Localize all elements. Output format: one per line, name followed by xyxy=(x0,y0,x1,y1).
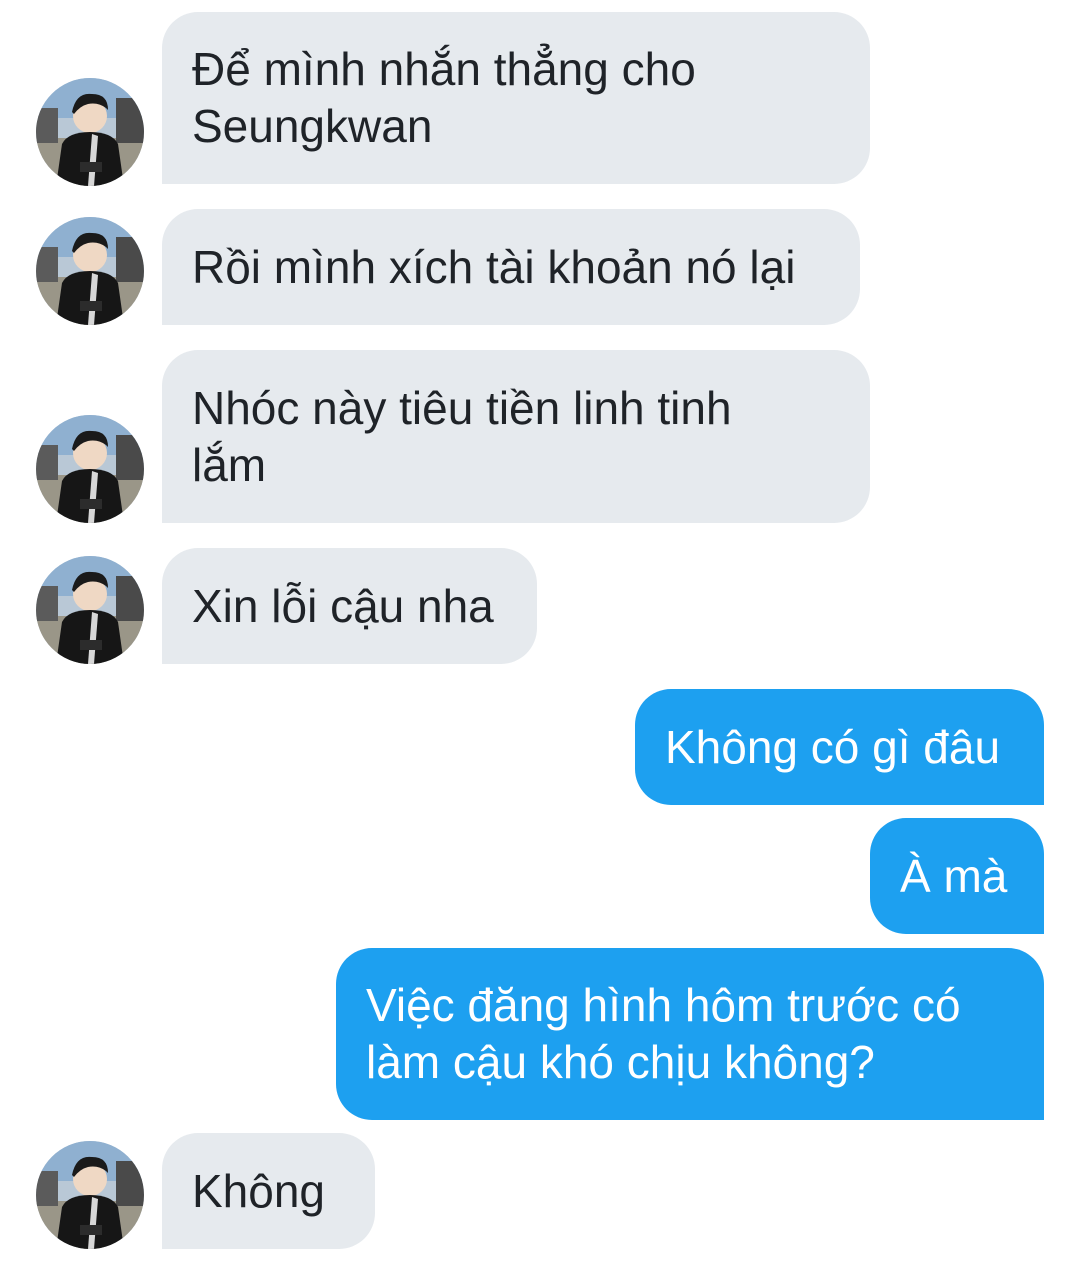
avatar-icon xyxy=(36,217,144,325)
message-bubble-outgoing[interactable]: Việc đăng hình hôm trước có làm cậu khó … xyxy=(336,948,1044,1120)
avatar[interactable] xyxy=(36,556,144,664)
message-bubble-incoming[interactable]: Không xyxy=(162,1133,375,1249)
avatar-icon xyxy=(36,556,144,664)
avatar[interactable] xyxy=(36,1141,144,1249)
avatar[interactable] xyxy=(36,217,144,325)
message-bubble-incoming[interactable]: Để mình nhắn thẳng cho Seungkwan xyxy=(162,12,870,184)
avatar[interactable] xyxy=(36,78,144,186)
message-bubble-incoming[interactable]: Nhóc này tiêu tiền linh tinh lắm xyxy=(162,350,870,523)
message-bubble-outgoing[interactable]: Không có gì đâu xyxy=(635,689,1044,805)
message-bubble-incoming[interactable]: Xin lỗi cậu nha xyxy=(162,548,537,664)
avatar-icon xyxy=(36,1141,144,1249)
avatar-icon xyxy=(36,415,144,523)
avatar[interactable] xyxy=(36,415,144,523)
message-bubble-incoming[interactable]: Rồi mình xích tài khoản nó lại xyxy=(162,209,860,325)
message-bubble-outgoing[interactable]: À mà xyxy=(870,818,1044,934)
avatar-icon xyxy=(36,78,144,186)
